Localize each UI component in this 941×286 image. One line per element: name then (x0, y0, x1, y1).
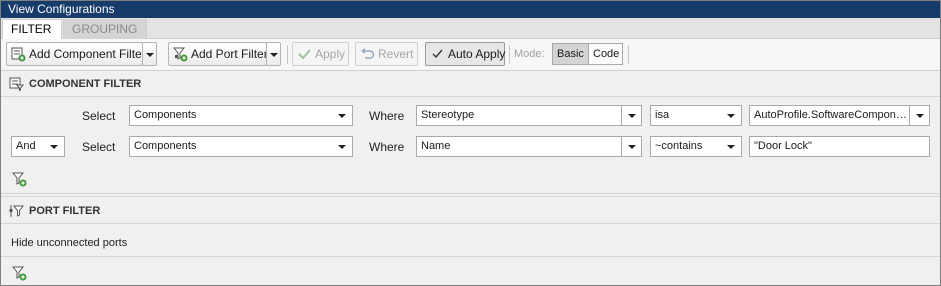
view-configurations-window: View Configurations FILTER GROUPING Add … (0, 0, 941, 286)
mode-basic-button[interactable]: Basic (552, 43, 589, 65)
connector-dropdown[interactable]: And (11, 136, 65, 157)
add-component-filter-icon (11, 47, 26, 62)
revert-icon (361, 48, 375, 59)
window-title: View Configurations (1, 1, 940, 18)
add-component-filter-label: Add Component Filter (29, 47, 146, 61)
check-icon (298, 49, 311, 60)
auto-apply-label: Auto Apply (448, 47, 506, 61)
tab-filter[interactable]: FILTER (2, 19, 62, 39)
value-combobox[interactable]: AutoProfile.SoftwareCompon… (749, 105, 930, 126)
value-text: "Door Lock" (754, 140, 812, 152)
operator-value: isa (655, 109, 670, 121)
auto-apply-toggle[interactable]: Auto Apply (425, 42, 505, 66)
add-port-filter-dropdown[interactable] (266, 42, 281, 66)
property-value: Stereotype (421, 109, 475, 121)
property-combobox[interactable]: Stereotype (416, 105, 642, 126)
component-filter-title: COMPONENT FILTER (29, 78, 142, 90)
chevron-down-icon (338, 145, 346, 149)
toolbar-separator (509, 45, 510, 64)
chevron-down-icon (50, 145, 58, 149)
add-port-filter-icon (173, 47, 188, 62)
mode-label: Mode: (514, 48, 545, 60)
add-port-filter-label: Add Port Filter (191, 47, 268, 61)
checkbox-icon (432, 49, 443, 59)
port-filter-title: PORT FILTER (29, 205, 101, 217)
port-filter-header[interactable]: PORT FILTER (1, 198, 940, 224)
chevron-down-icon (727, 114, 735, 118)
component-filter-icon (9, 77, 24, 91)
select-dropdown[interactable]: Components (129, 105, 353, 126)
revert-button[interactable]: Revert (355, 42, 418, 66)
toolbar-separator (287, 45, 288, 64)
where-label: Where (369, 109, 405, 123)
add-port-filter-button[interactable]: Add Port Filter (168, 42, 268, 66)
section-divider (1, 193, 940, 194)
add-filter-row-icon[interactable] (12, 171, 28, 187)
where-label: Where (369, 140, 405, 154)
apply-label: Apply (315, 47, 346, 61)
operator-dropdown[interactable]: isa (650, 105, 742, 126)
apply-button[interactable]: Apply (292, 42, 349, 66)
port-filter-icon (9, 205, 24, 217)
revert-label: Revert (378, 47, 414, 61)
hide-unconnected-ports-text: Hide unconnected ports (11, 237, 128, 249)
chevron-down-icon (338, 114, 346, 118)
chevron-down-icon (727, 145, 735, 149)
chevron-down-icon[interactable] (621, 137, 641, 156)
component-filter-row: And Select Components Where Name ~contai… (1, 132, 940, 162)
tab-grouping[interactable]: GROUPING (63, 19, 147, 39)
chevron-down-icon[interactable] (909, 106, 929, 125)
mode-code-button[interactable]: Code (588, 43, 623, 65)
chevron-down-icon[interactable] (621, 106, 641, 125)
property-combobox[interactable]: Name (416, 136, 642, 157)
add-component-filter-button[interactable]: Add Component Filter (6, 42, 146, 66)
section-divider (1, 196, 940, 197)
select-label: Select (82, 140, 116, 154)
section-divider (1, 256, 940, 257)
value-input[interactable]: "Door Lock" (749, 136, 930, 157)
component-filter-row: Select Components Where Stereotype isa A… (1, 101, 940, 131)
property-value: Name (421, 140, 451, 152)
operator-value: ~contains (655, 140, 703, 152)
toolbar: Add Component Filter Add Port Filter App… (1, 39, 940, 71)
toolbar-separator (628, 45, 629, 64)
select-value: Components (134, 140, 197, 152)
component-filter-header[interactable]: COMPONENT FILTER (1, 71, 940, 97)
operator-dropdown[interactable]: ~contains (650, 136, 742, 157)
add-filter-row-icon[interactable] (12, 265, 28, 281)
tab-strip: FILTER GROUPING (1, 18, 940, 39)
connector-value: And (16, 140, 36, 152)
select-label: Select (82, 109, 116, 123)
add-component-filter-dropdown[interactable] (142, 42, 157, 66)
select-dropdown[interactable]: Components (129, 136, 353, 157)
select-value: Components (134, 109, 197, 121)
value-text: AutoProfile.SoftwareCompon… (754, 109, 907, 121)
